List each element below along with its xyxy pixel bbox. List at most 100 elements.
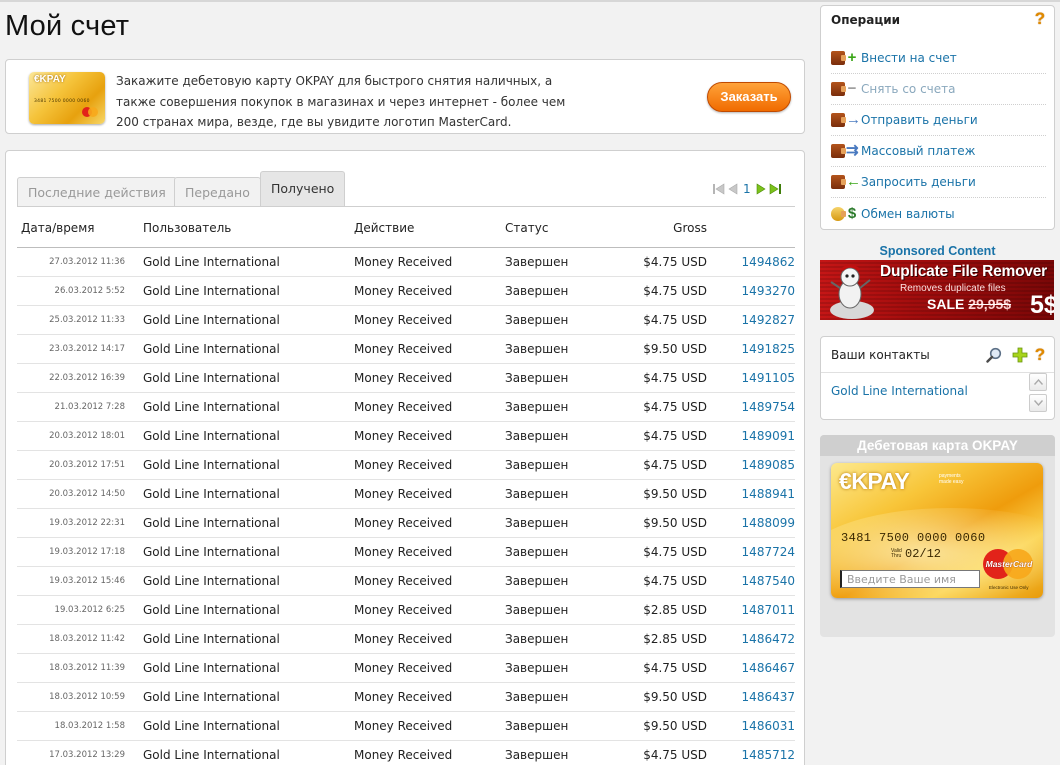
cell-gross: $4.75 USD: [615, 450, 713, 480]
cell-gross: $4.75 USD: [615, 566, 713, 596]
promo-card-image: €KPAY 3481 7500 0000 0060: [29, 72, 105, 124]
transaction-id-link[interactable]: 1489085: [713, 450, 795, 480]
next-page-icon[interactable]: [754, 182, 768, 196]
cell-status: Завершен: [505, 653, 615, 683]
mastercard-logo-icon: MasterCard: [983, 549, 1035, 581]
card-expiry: 02/12: [905, 547, 942, 561]
tab-sent[interactable]: Передано: [174, 177, 261, 206]
operations-list: + Внести на счет − Снять со счета → Отправить…: [831, 43, 1046, 229]
transaction-id-link[interactable]: 1491825: [713, 334, 795, 364]
prev-page-icon[interactable]: [726, 182, 740, 196]
ad-banner[interactable]: Duplicate File Remover Removes duplicate…: [820, 260, 1054, 320]
operation-item[interactable]: $ Обмен валюты: [831, 198, 1046, 229]
help-icon[interactable]: ?: [1032, 10, 1048, 27]
cell-gross: $2.85 USD: [615, 624, 713, 654]
cell-status: Завершен: [505, 305, 615, 335]
chevron-up-icon: [1034, 379, 1043, 385]
table-row: 18.03.2012 11:39 Gold Line International M…: [17, 653, 795, 683]
table-row: 19.03.2012 17:18 Gold Line International M…: [17, 537, 795, 567]
column-header-date[interactable]: Дата/время: [17, 209, 143, 248]
cell-date: 19.03.2012 17:18: [17, 537, 143, 567]
operation-mark: −: [847, 80, 857, 97]
cell-action: Money Received: [354, 276, 505, 306]
transaction-id-link[interactable]: 1485712: [713, 740, 795, 765]
transaction-id-link[interactable]: 1493270: [713, 276, 795, 306]
search-icon[interactable]: [986, 347, 1002, 363]
scroll-up-button[interactable]: [1029, 373, 1047, 391]
transaction-id-link[interactable]: 1487724: [713, 537, 795, 567]
operation-item[interactable]: → Отправить деньги: [831, 105, 1046, 136]
wallet-request-icon: ←: [831, 174, 861, 190]
transaction-id-link[interactable]: 1487011: [713, 595, 795, 625]
promo-card-brand: €KPAY: [34, 74, 66, 85]
cell-gross: $4.75 USD: [615, 363, 713, 393]
cell-date: 20.03.2012 18:01: [17, 421, 143, 451]
operation-item[interactable]: + Внести на счет: [831, 43, 1046, 74]
table-row: 18.03.2012 11:42 Gold Line International M…: [17, 624, 795, 654]
current-page-number[interactable]: 1: [740, 182, 754, 196]
operation-item[interactable]: ⇉ Массовый платеж: [831, 136, 1046, 167]
cell-date: 20.03.2012 17:51: [17, 450, 143, 480]
column-header-status[interactable]: Статус: [505, 209, 615, 248]
cell-gross: $4.75 USD: [615, 392, 713, 422]
tab-received[interactable]: Получено: [260, 171, 346, 207]
transaction-id-link[interactable]: 1487540: [713, 566, 795, 596]
transaction-id-link[interactable]: 1488941: [713, 479, 795, 509]
contact-item[interactable]: Gold Line International: [831, 384, 968, 398]
cell-user: Gold Line International: [143, 334, 354, 364]
transaction-id-link[interactable]: 1489754: [713, 392, 795, 422]
column-header-gross[interactable]: Gross: [615, 209, 713, 248]
first-page-icon[interactable]: [712, 182, 726, 196]
table-row: 19.03.2012 22:31 Gold Line International M…: [17, 508, 795, 538]
add-contact-icon[interactable]: [1012, 347, 1028, 363]
card-thru-label: Thru: [891, 553, 902, 559]
operation-mark: +: [847, 49, 857, 66]
cell-gross: $4.75 USD: [615, 276, 713, 306]
cell-user: Gold Line International: [143, 595, 354, 625]
table-row: 20.03.2012 14:50 Gold Line International M…: [17, 479, 795, 509]
cell-date: 25.03.2012 11:33: [17, 305, 143, 335]
table-row: 27.03.2012 11:36 Gold Line International M…: [17, 247, 795, 277]
card-tagline: payments made easy: [939, 473, 963, 485]
cell-status: Завершен: [505, 682, 615, 712]
transaction-id-link[interactable]: 1489091: [713, 421, 795, 451]
cell-status: Завершен: [505, 566, 615, 596]
cell-user: Gold Line International: [143, 392, 354, 422]
cell-status: Завершен: [505, 334, 615, 364]
cell-gross: $4.75 USD: [615, 305, 713, 335]
operation-item[interactable]: − Снять со счета: [831, 74, 1046, 105]
transaction-id-link[interactable]: 1494862: [713, 247, 795, 277]
cell-gross: $4.75 USD: [615, 421, 713, 451]
ad-sale-label: SALE: [927, 296, 965, 312]
pagination: 1: [712, 181, 782, 197]
page-title: Мой счет: [5, 10, 130, 42]
cell-date: 23.03.2012 14:17: [17, 334, 143, 364]
cell-status: Завершен: [505, 711, 615, 741]
transaction-id-link[interactable]: 1486467: [713, 653, 795, 683]
transaction-id-link[interactable]: 1486031: [713, 711, 795, 741]
operation-label: Отправить деньги: [861, 113, 978, 127]
contacts-help-icon[interactable]: ?: [1032, 346, 1048, 363]
tab-recent-activity[interactable]: Последние действия: [17, 177, 177, 206]
last-page-icon[interactable]: [768, 182, 782, 196]
order-card-button[interactable]: Заказать: [707, 82, 791, 112]
cardholder-name-input[interactable]: [840, 570, 980, 588]
transaction-id-link[interactable]: 1486472: [713, 624, 795, 654]
cell-action: Money Received: [354, 508, 505, 538]
column-header-action[interactable]: Действие: [354, 209, 505, 248]
transaction-id-link[interactable]: 1486437: [713, 682, 795, 712]
ad-sale-line: SALE 29,95$: [927, 296, 1011, 312]
cell-status: Завершен: [505, 276, 615, 306]
transaction-id-link[interactable]: 1491105: [713, 363, 795, 393]
scroll-down-button[interactable]: [1029, 394, 1047, 412]
card-tagline-2: made easy: [939, 479, 964, 485]
cell-user: Gold Line International: [143, 479, 354, 509]
cell-user: Gold Line International: [143, 624, 354, 654]
card-brand-logo: €KPAY: [839, 468, 910, 494]
transaction-id-link[interactable]: 1492827: [713, 305, 795, 335]
transaction-id-link[interactable]: 1488099: [713, 508, 795, 538]
column-header-user[interactable]: Пользователь: [143, 209, 354, 248]
operation-item[interactable]: ← Запросить деньги: [831, 167, 1046, 198]
table-row: 22.03.2012 16:39 Gold Line International M…: [17, 363, 795, 393]
cell-action: Money Received: [354, 595, 505, 625]
